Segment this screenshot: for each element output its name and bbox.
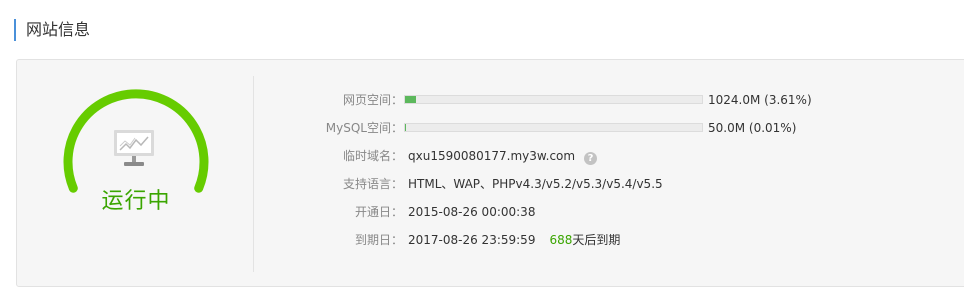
expire-date-value-wrap: 2017-08-26 23:59:59 688天后到期 [408,230,620,250]
open-date-value: 2015-08-26 00:00:38 [408,205,536,219]
expire-date-value: 2017-08-26 23:59:59 [408,233,536,247]
temp-domain-value-wrap: qxu1590080177.my3w.com? [408,146,598,166]
help-icon[interactable]: ? [584,152,598,165]
section-title: 网站信息 [14,19,90,41]
days-remaining-count: 688 [549,233,573,247]
status-text: 运行中 [101,189,171,214]
web-space-progress-fill [405,96,416,103]
web-space-label: 网页空间： [342,93,403,107]
temp-domain-value[interactable]: qxu1590080177.my3w.com [408,149,575,163]
mysql-space-progress-fill [405,124,406,131]
mysql-space-usage: 50.0M (0.01%) [708,121,797,135]
mysql-space-progress-bar [404,123,703,132]
days-remaining-suffix: 天后到期 [572,233,621,247]
languages-label: 支持语言： [342,177,403,191]
status-gauge: 运行中 [61,81,211,231]
languages-value: HTML、WAP、PHPv4.3/v5.2/v5.3/v5.4/v5.5 [408,177,663,191]
web-space-usage: 1024.0M (3.61%) [708,93,812,107]
mysql-space-label: MySQL空间： [325,121,403,135]
monitor-chart-icon [111,127,157,171]
open-date-label: 开通日： [354,205,403,219]
expire-date-label: 到期日： [354,233,403,247]
web-space-progress-bar [404,95,703,104]
temp-domain-label: 临时域名： [342,149,403,163]
site-info-panel: 运行中 网页空间： 1024.0M (3.61%) MySQL空间： 50.0M… [16,59,964,287]
